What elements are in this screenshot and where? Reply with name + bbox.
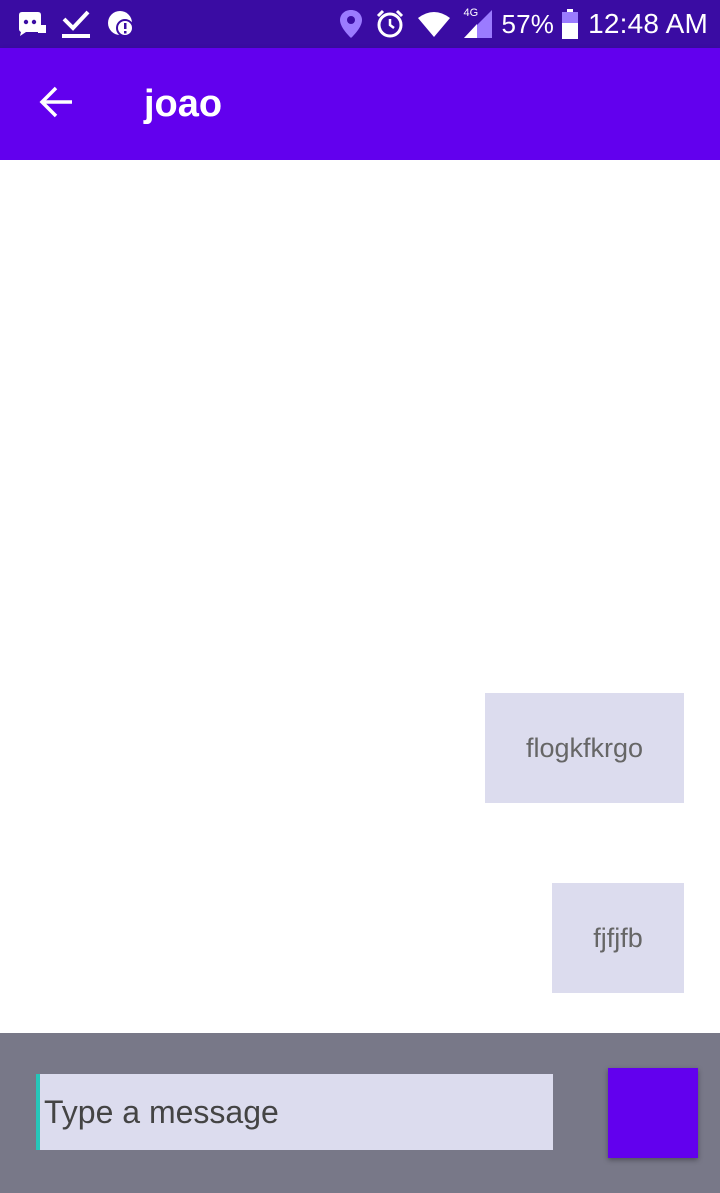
status-bar-right: 4G 57% 12:48 AM: [327, 7, 708, 40]
wifi-icon: [417, 10, 451, 38]
send-button[interactable]: [608, 1068, 698, 1158]
chat-title: joao: [144, 82, 223, 125]
message-list[interactable]: flogkfkrgo fjfjfb: [0, 160, 720, 1033]
signal-icon: 4G: [463, 7, 493, 39]
message-bubble[interactable]: flogkfkrgo: [485, 693, 684, 803]
message-composer: [0, 1033, 720, 1193]
status-bar: 4G 57% 12:48 AM: [0, 0, 720, 48]
arrow-back-icon: [38, 85, 74, 124]
alert-cloud-icon: [106, 9, 136, 39]
status-time: 12:48 AM: [588, 8, 708, 39]
network-type-label: 4G: [463, 7, 479, 19]
message-text: fjfjfb: [593, 922, 643, 953]
discord-icon: [16, 11, 46, 37]
message-bubble[interactable]: fjfjfb: [552, 883, 684, 993]
location-icon: [339, 9, 363, 39]
status-bar-left: [16, 9, 150, 39]
app-bar: joao: [0, 48, 720, 160]
back-button[interactable]: [28, 76, 84, 132]
message-input[interactable]: [36, 1074, 553, 1150]
battery-percentage: 57%: [501, 8, 555, 39]
alarm-icon: [375, 9, 405, 39]
message-text: flogkfkrgo: [525, 732, 644, 763]
battery-icon: [562, 9, 579, 39]
download-done-icon: [60, 9, 92, 39]
